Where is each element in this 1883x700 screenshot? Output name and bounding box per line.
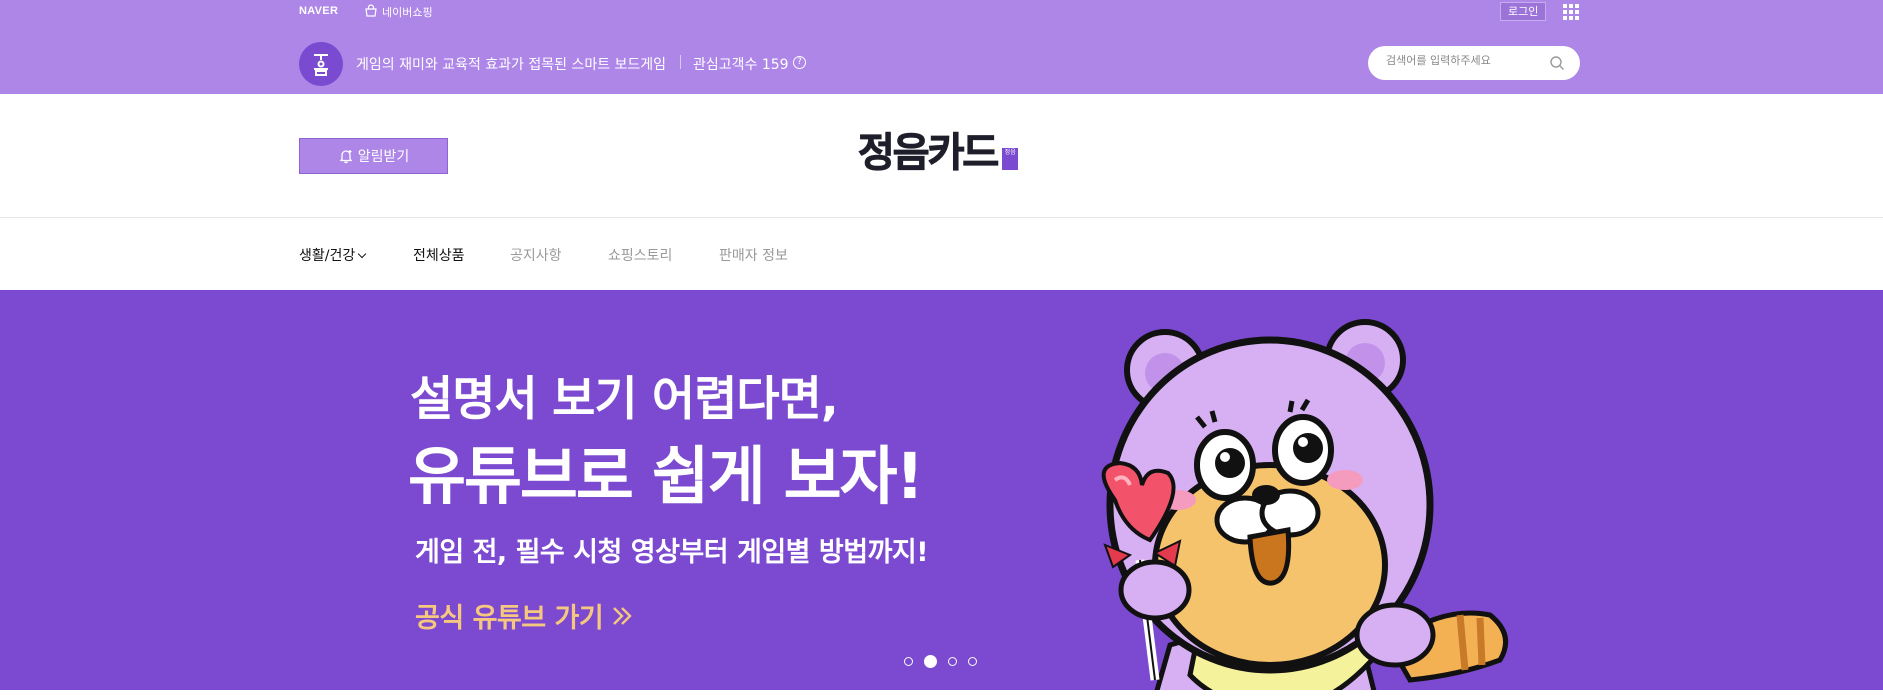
apps-grid-icon[interactable] [1563,4,1579,20]
store-logo-row: 알림받기 정음카드 정음 [0,94,1883,218]
fan-count: 관심고객수 159 [693,57,789,73]
naver-shopping-link[interactable]: 네이버쇼핑 [382,4,433,20]
youtube-cta-link[interactable]: 공식 유튜브 가기 [415,596,635,635]
banner-headline-2: 유튜브로 쉽게 보자! [408,440,924,513]
carousel-dot-active[interactable] [924,655,937,668]
notify-button[interactable]: 알림받기 [299,138,448,174]
nav-shopping-story[interactable]: 쇼핑스토리 [608,245,672,265]
youtube-cta-label: 공식 유튜브 가기 [415,603,604,634]
promo-banner[interactable]: 설명서 보기 어렵다면, 유튜브로 쉽게 보자! 게임 전, 필수 시청 영상부… [0,290,1883,690]
carousel-dots [904,655,977,668]
brand-mini-badge: 정음 [1002,148,1019,170]
store-profile-icon[interactable] [299,42,343,86]
login-button[interactable]: 로그인 [1500,2,1547,21]
notify-button-label: 알림받기 [357,149,410,165]
nav-seller-info[interactable]: 판매자 정보 [719,245,788,265]
global-nav-bar: NAVER 네이버쇼핑 로그인 [0,0,1883,23]
double-chevron-right-icon [613,606,632,625]
search-box [1368,46,1580,80]
divider [680,55,681,69]
nav-notices[interactable]: 공지사항 [510,245,562,265]
shopping-bag-icon[interactable] [364,4,378,18]
chevron-down-icon [358,249,367,259]
brand-name: 정음카드 [857,130,999,177]
naver-logo[interactable]: NAVER [299,5,338,17]
brand-logo[interactable]: 정음카드 정음 [857,128,1019,178]
carousel-dot[interactable] [904,657,913,666]
store-emblem-icon [314,54,328,76]
banner-subline: 게임 전, 필수 시청 영상부터 게임별 방법까지! [415,537,929,568]
store-description: 게임의 재미와 교육적 효과가 접목된 스마트 보드게임 [356,57,667,73]
banner-headline-1: 설명서 보기 어렵다면, [410,372,839,427]
search-input[interactable] [1386,54,1546,67]
carousel-dot[interactable] [968,657,977,666]
nav-category-label: 생활/건강 [299,248,356,264]
mascot-illustration [1101,319,1509,690]
bell-icon [339,150,352,164]
search-icon[interactable] [1549,55,1565,71]
help-icon[interactable]: ? [793,56,806,69]
store-header-bar: 게임의 재미와 교육적 효과가 접목된 스마트 보드게임 관심고객수 159 ? [0,23,1883,94]
category-nav: 생활/건강 전체상품 공지사항 쇼핑스토리 판매자 정보 [0,218,1883,290]
carousel-dot[interactable] [948,657,957,666]
nav-all-products[interactable]: 전체상품 [413,245,465,265]
nav-category-dropdown[interactable]: 생활/건강 [299,245,367,265]
